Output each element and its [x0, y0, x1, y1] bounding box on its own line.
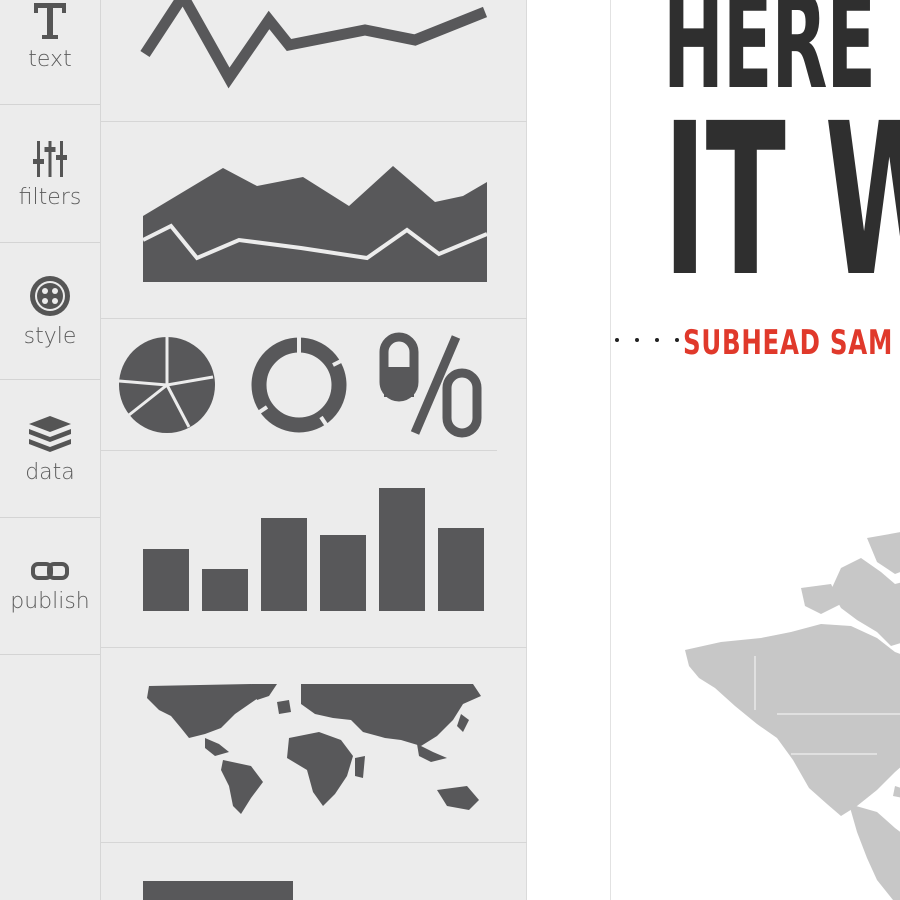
sidebar-item-filters[interactable]: filters [0, 106, 100, 243]
donut-chart-icon [251, 337, 347, 433]
area-chart-icon [142, 166, 488, 282]
world-map-graphic[interactable] [681, 528, 900, 900]
percent-icon [379, 332, 482, 438]
link-icon [31, 561, 69, 580]
text-icon [34, 2, 66, 39]
world-map-widget[interactable] [101, 648, 527, 843]
area-chart-widget[interactable] [101, 122, 527, 319]
filters-icon [33, 140, 67, 177]
sidebar-item-style[interactable]: style [0, 243, 100, 380]
line-chart-icon [140, 0, 488, 89]
sidebar-item-label: filters [18, 184, 82, 210]
bar-chart-widget[interactable] [101, 451, 527, 648]
sidebar-item-text[interactable]: text [0, 0, 100, 105]
bar-chart-icon [143, 488, 484, 611]
line-chart-widget[interactable] [101, 0, 527, 122]
sidebar-rail: text filters style data publish [0, 0, 101, 900]
world-map-icon [147, 684, 481, 814]
infographic-canvas[interactable]: HERE IT W SUBHEAD SAM [610, 0, 900, 900]
subhead[interactable]: SUBHEAD SAM [683, 323, 893, 363]
sidebar-item-label: publish [10, 588, 90, 614]
table-widget[interactable] [101, 843, 527, 900]
table-icon [143, 881, 293, 900]
widget-palette [101, 0, 527, 900]
canvas-margin [528, 0, 610, 900]
style-icon [30, 275, 70, 316]
sidebar-item-data[interactable]: data [0, 381, 100, 518]
subhead-dots [615, 338, 679, 342]
sidebar-item-label: style [23, 323, 77, 349]
headline-line-2[interactable]: IT W [663, 78, 900, 323]
pie-chart-icon [118, 332, 482, 438]
sidebar-item-label: data [25, 459, 75, 485]
sidebar-item-label: text [28, 46, 72, 72]
sidebar-item-publish[interactable]: publish [0, 518, 100, 655]
pie-donut-widget[interactable] [101, 319, 527, 451]
layers-icon [29, 415, 71, 452]
